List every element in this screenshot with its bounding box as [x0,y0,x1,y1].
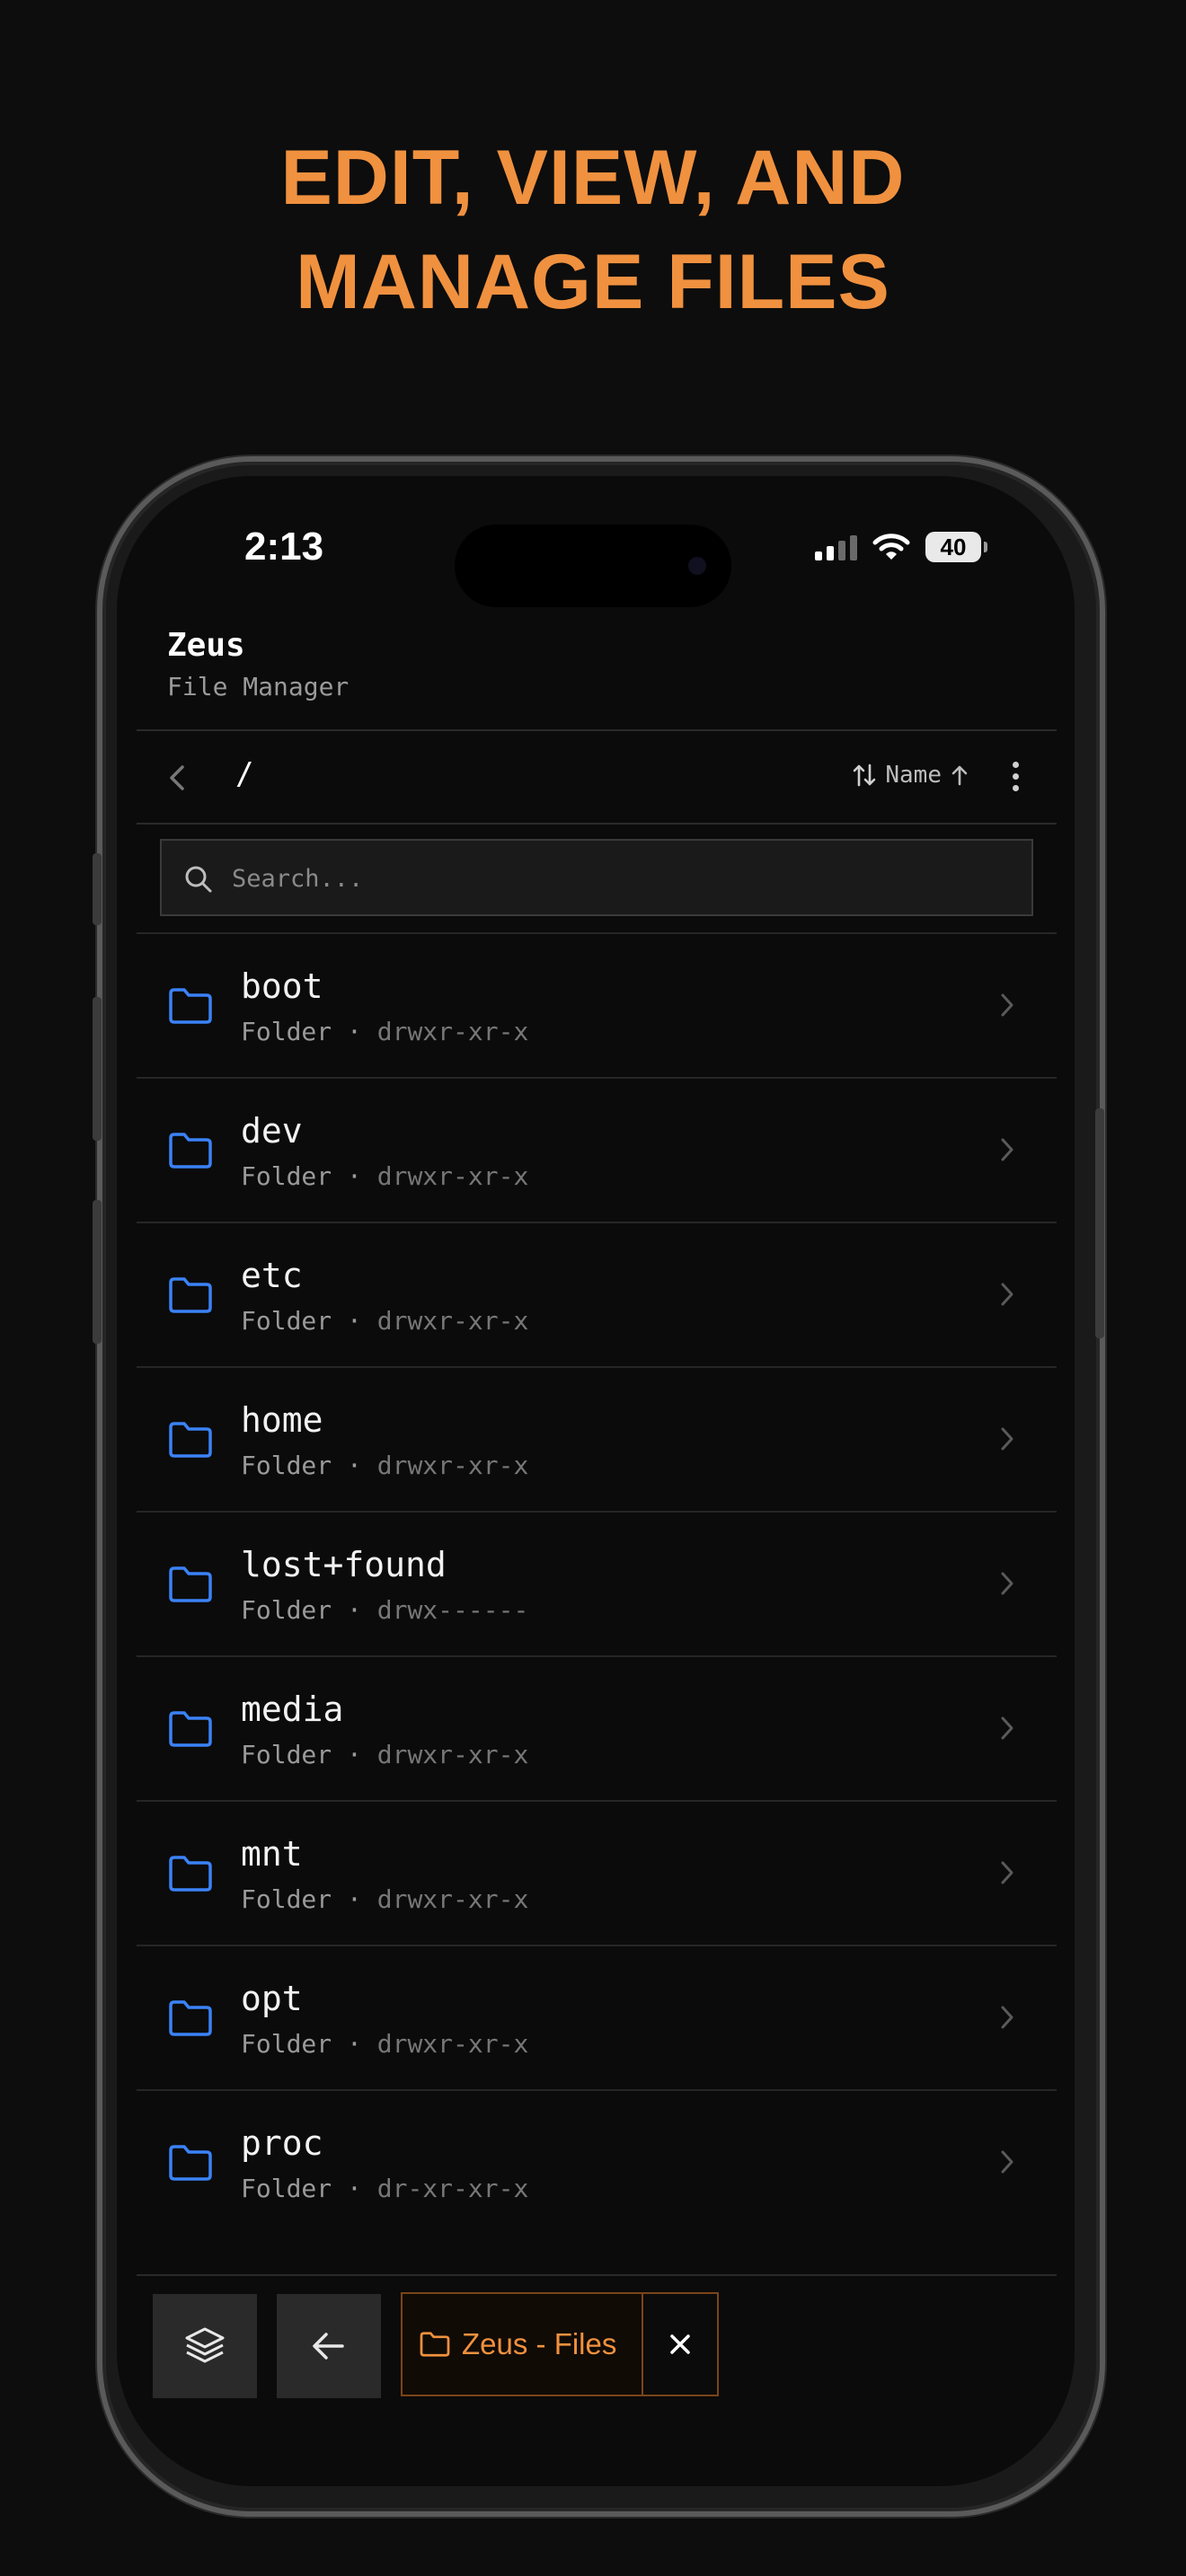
cellular-signal-icon [815,534,857,560]
folder-icon [169,1856,212,1892]
file-list-item[interactable]: media Folder · drwxr-xr-x [137,1655,1057,1800]
app-title: Zeus [167,627,245,664]
file-meta: Folder · dr-xr-xr-x [241,2174,529,2203]
chevron-right-icon [1001,1283,1013,1306]
file-list-item[interactable]: opt Folder · drwxr-xr-x [137,1945,1057,2089]
chevron-right-icon [1001,1427,1013,1451]
file-name: dev [241,1111,303,1151]
dynamic-island [455,525,731,607]
headline: EDIT, VIEW, AND MANAGE FILES [0,126,1186,334]
wifi-icon [872,534,910,560]
phone-screen: 2:13 40 Zeus File Manager / Name Search.… [117,476,1075,2486]
arrow-left-icon [313,2333,344,2360]
folder-icon [169,1422,212,1458]
file-list-item[interactable]: mnt Folder · drwxr-xr-x [137,1800,1057,1945]
chevron-right-icon [1001,1861,1013,1884]
more-options-icon[interactable] [1010,762,1021,794]
file-list-item[interactable]: home Folder · drwxr-xr-x [137,1366,1057,1511]
file-list-item[interactable]: boot Folder · drwxr-xr-x [137,932,1057,1077]
file-meta: Folder · drwxr-xr-x [241,1451,529,1480]
path-bar: / Name [137,733,1057,823]
folder-icon [169,2000,212,2036]
folder-icon [169,988,212,1024]
sort-button[interactable]: Name [851,762,970,789]
folder-icon [169,1133,212,1169]
sort-icon [854,763,876,787]
search-field[interactable] [160,839,1033,916]
chevron-right-icon [1001,2006,1013,2029]
chevron-right-icon [1001,993,1013,1017]
file-meta: Folder · drwxr-xr-x [241,1740,529,1769]
back-button[interactable] [277,2294,381,2398]
battery-icon: 40 [925,532,987,562]
file-name: proc [241,2123,323,2163]
layers-button[interactable] [153,2294,257,2398]
current-path: / [235,756,254,792]
chevron-right-icon [1001,1716,1013,1740]
folder-icon [169,2145,212,2181]
chevron-right-icon [1001,2150,1013,2174]
file-meta: Folder · drwxr-xr-x [241,1161,529,1191]
volume-down-button [93,1200,102,1344]
power-button [1095,1108,1104,1338]
sort-label: Name [885,762,942,789]
open-tab[interactable]: Zeus - Files [401,2292,643,2396]
file-name: mnt [241,1834,303,1874]
file-name: lost+found [241,1545,447,1584]
file-meta: Folder · drwxr-xr-x [241,1306,529,1336]
file-meta: Folder · drwxr-xr-x [241,2029,529,2059]
file-name: boot [241,966,323,1006]
search-icon [185,866,212,893]
file-list: boot Folder · drwxr-xr-x dev Folder · dr… [137,932,1057,2234]
chevron-right-icon [1001,1572,1013,1595]
divider [137,2274,1057,2276]
close-tab-button[interactable] [642,2292,719,2396]
app-subtitle: File Manager [167,672,350,701]
layers-icon [185,2327,225,2363]
file-list-item[interactable]: etc Folder · drwxr-xr-x [137,1222,1057,1366]
arrow-up-icon [951,765,968,786]
tab-label: Zeus - Files [462,2327,617,2360]
file-list-item[interactable]: proc Folder · dr-xr-xr-x [137,2089,1057,2234]
file-name: etc [241,1256,303,1295]
action-button [93,853,102,925]
folder-icon [169,1711,212,1747]
divider [137,729,1057,731]
volume-up-button [93,997,102,1141]
status-time: 2:13 [244,525,324,569]
search-input[interactable] [230,857,1006,900]
chevron-right-icon [1001,1138,1013,1161]
folder-icon [169,1566,212,1602]
file-list-item[interactable]: dev Folder · drwxr-xr-x [137,1077,1057,1222]
headline-line-2: MANAGE FILES [296,239,890,325]
divider [137,823,1057,825]
file-name: media [241,1689,344,1729]
close-icon [670,2334,690,2354]
folder-icon [420,2332,450,2357]
file-list-item[interactable]: lost+found Folder · drwx------ [137,1511,1057,1655]
file-name: opt [241,1979,303,2018]
file-meta: Folder · drwx------ [241,1595,529,1625]
folder-icon [169,1277,212,1313]
chevron-left-icon[interactable] [160,760,196,796]
file-meta: Folder · drwxr-xr-x [241,1017,529,1046]
file-name: home [241,1400,323,1440]
status-icons: 40 [815,532,987,562]
file-meta: Folder · drwxr-xr-x [241,1884,529,1914]
headline-line-1: EDIT, VIEW, AND [280,135,906,221]
